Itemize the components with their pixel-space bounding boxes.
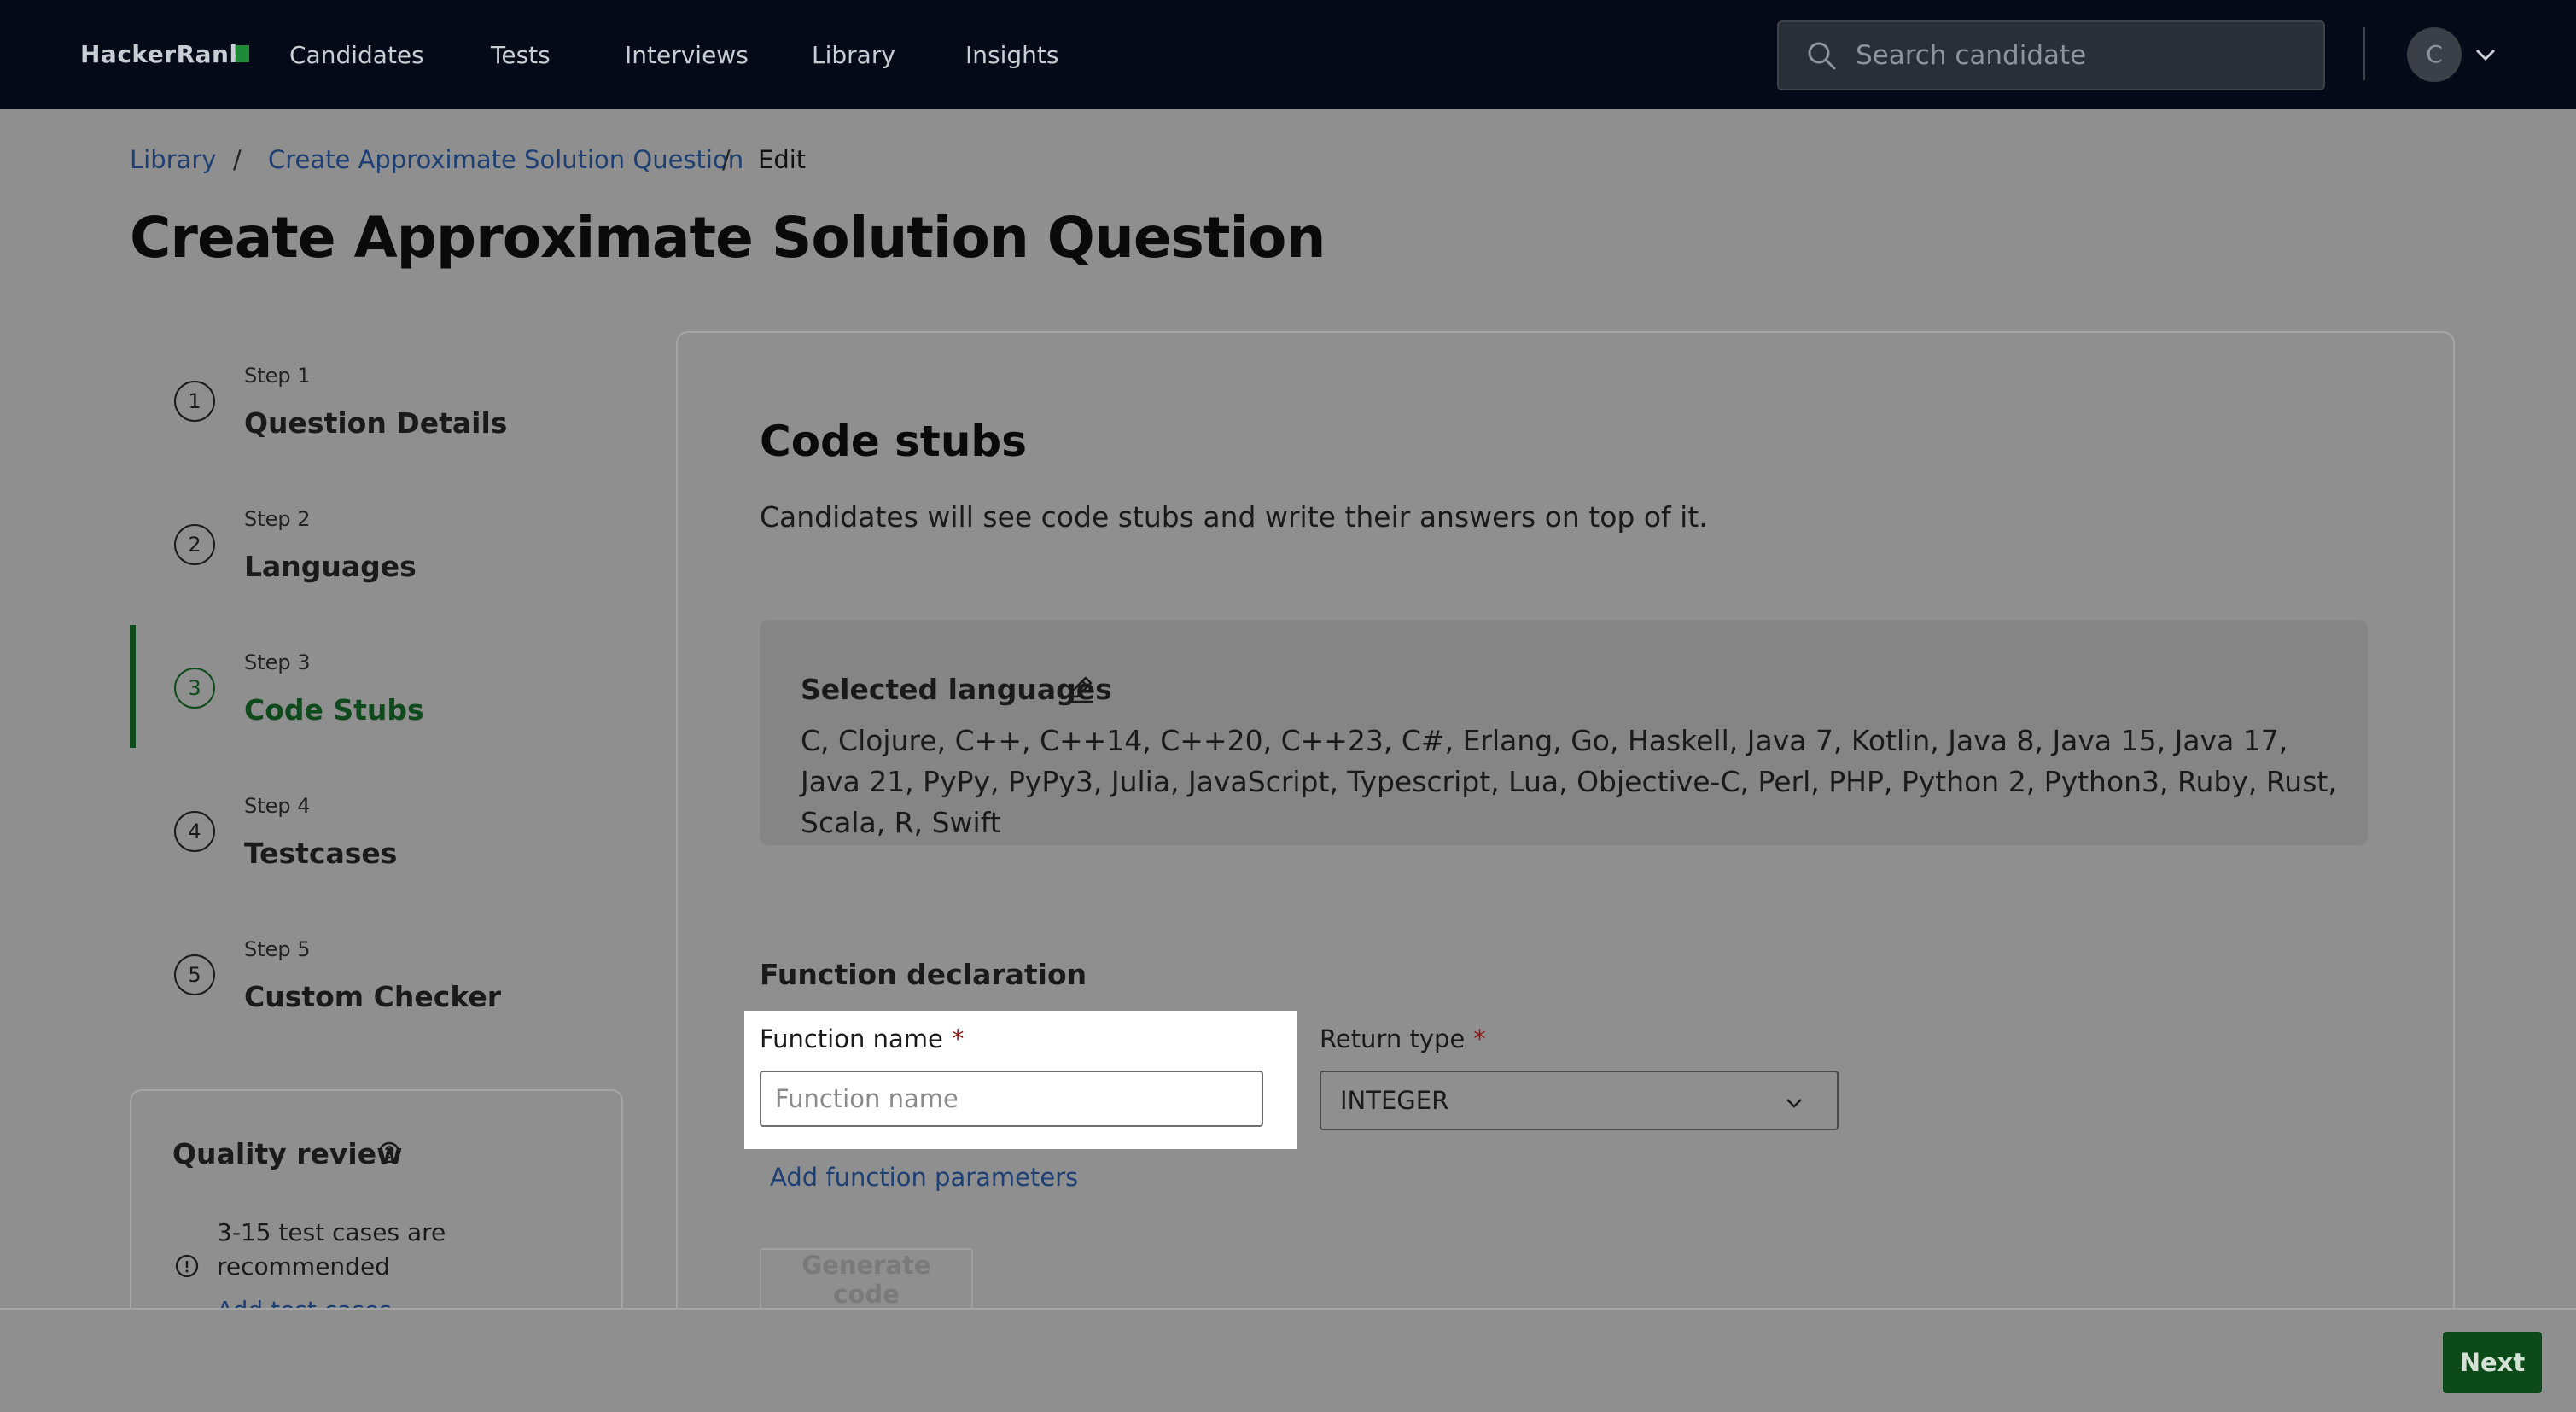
section-description: Candidates will see code stubs and write… xyxy=(760,500,1708,534)
step-label: Step 3 xyxy=(244,651,311,674)
info-icon xyxy=(175,1254,199,1278)
search-box[interactable] xyxy=(1777,20,2325,90)
quality-review-title: Quality review xyxy=(172,1137,403,1170)
required-marker: * xyxy=(951,1024,965,1053)
step-number-circle: 3 xyxy=(174,668,215,709)
search-icon xyxy=(1808,42,1836,70)
chevron-down-icon[interactable] xyxy=(2474,43,2497,67)
selected-languages-list: C, Clojure, C++, C++14, C++20, C++23, C#… xyxy=(801,724,2337,839)
breadcrumb-question[interactable]: Create Approximate Solution Question xyxy=(268,145,743,174)
step-number-circle: 4 xyxy=(174,811,215,852)
required-marker: * xyxy=(1473,1024,1486,1053)
step-number-circle: 1 xyxy=(174,381,215,422)
function-name-label: Function name * xyxy=(760,1024,964,1053)
return-type-label-text: Return type xyxy=(1320,1024,1466,1053)
return-type-value: INTEGER xyxy=(1340,1086,1449,1115)
step-custom-checker[interactable]: 5 Step 5 Custom Checker xyxy=(130,920,623,1047)
search-input[interactable] xyxy=(1854,32,2301,79)
step-number-circle: 2 xyxy=(174,524,215,565)
step-label: Step 5 xyxy=(244,937,311,961)
step-label: Step 2 xyxy=(244,507,311,531)
step-languages[interactable]: 2 Step 2 Languages xyxy=(130,490,623,616)
brand-logo-mark xyxy=(236,45,249,62)
step-label: Step 1 xyxy=(244,364,311,388)
top-navigation-bar: HackerRank Candidates Tests Interviews L… xyxy=(0,0,2576,109)
step-title: Languages xyxy=(244,550,417,583)
chevron-down-icon xyxy=(1786,1099,1802,1108)
step-title: Testcases xyxy=(244,837,398,870)
function-name-field-group: Function name * xyxy=(744,1011,1297,1149)
breadcrumb-current: Edit xyxy=(758,145,807,174)
function-declaration-title: Function declaration xyxy=(760,958,1087,991)
avatar[interactable]: C xyxy=(2407,27,2462,82)
nav-candidates[interactable]: Candidates xyxy=(289,41,424,69)
footer-bar: Next xyxy=(0,1308,2576,1412)
nav-divider xyxy=(2363,27,2365,80)
help-icon[interactable] xyxy=(377,1141,401,1164)
add-function-parameters-link[interactable]: Add function parameters xyxy=(770,1163,1078,1192)
return-type-select[interactable]: INTEGER xyxy=(1320,1071,1839,1130)
generate-code-button[interactable]: Generate code xyxy=(760,1248,973,1310)
pencil-icon[interactable] xyxy=(1065,673,1098,705)
breadcrumb-library[interactable]: Library xyxy=(130,145,216,174)
nav-interviews[interactable]: Interviews xyxy=(625,41,749,69)
nav-insights[interactable]: Insights xyxy=(965,41,1058,69)
step-question-details[interactable]: 1 Step 1 Question Details xyxy=(130,347,623,473)
step-testcases[interactable]: 4 Step 4 Testcases xyxy=(130,777,623,903)
section-title: Code stubs xyxy=(760,417,1027,466)
step-number-circle: 5 xyxy=(174,954,215,995)
quality-review-message: 3-15 test cases are recommended xyxy=(217,1218,446,1281)
breadcrumb-separator: / xyxy=(233,145,242,174)
return-type-label: Return type * xyxy=(1320,1024,1486,1053)
brand-logo[interactable]: HackerRank xyxy=(80,40,246,68)
step-title: Question Details xyxy=(244,406,508,440)
next-button[interactable]: Next xyxy=(2443,1332,2542,1393)
breadcrumb-separator: / xyxy=(722,145,731,174)
function-name-label-text: Function name xyxy=(760,1024,943,1053)
step-label: Step 4 xyxy=(244,794,311,818)
step-title: Custom Checker xyxy=(244,980,502,1013)
nav-tests[interactable]: Tests xyxy=(491,41,551,69)
step-code-stubs[interactable]: 3 Step 3 Code Stubs xyxy=(130,633,623,760)
page-title: Create Approximate Solution Question xyxy=(130,205,1326,271)
selected-languages-panel: Selected languages C, Clojure, C++, C++1… xyxy=(760,620,2368,845)
nav-library[interactable]: Library xyxy=(812,41,895,69)
function-name-input[interactable] xyxy=(760,1071,1263,1127)
step-title: Code Stubs xyxy=(244,693,424,726)
